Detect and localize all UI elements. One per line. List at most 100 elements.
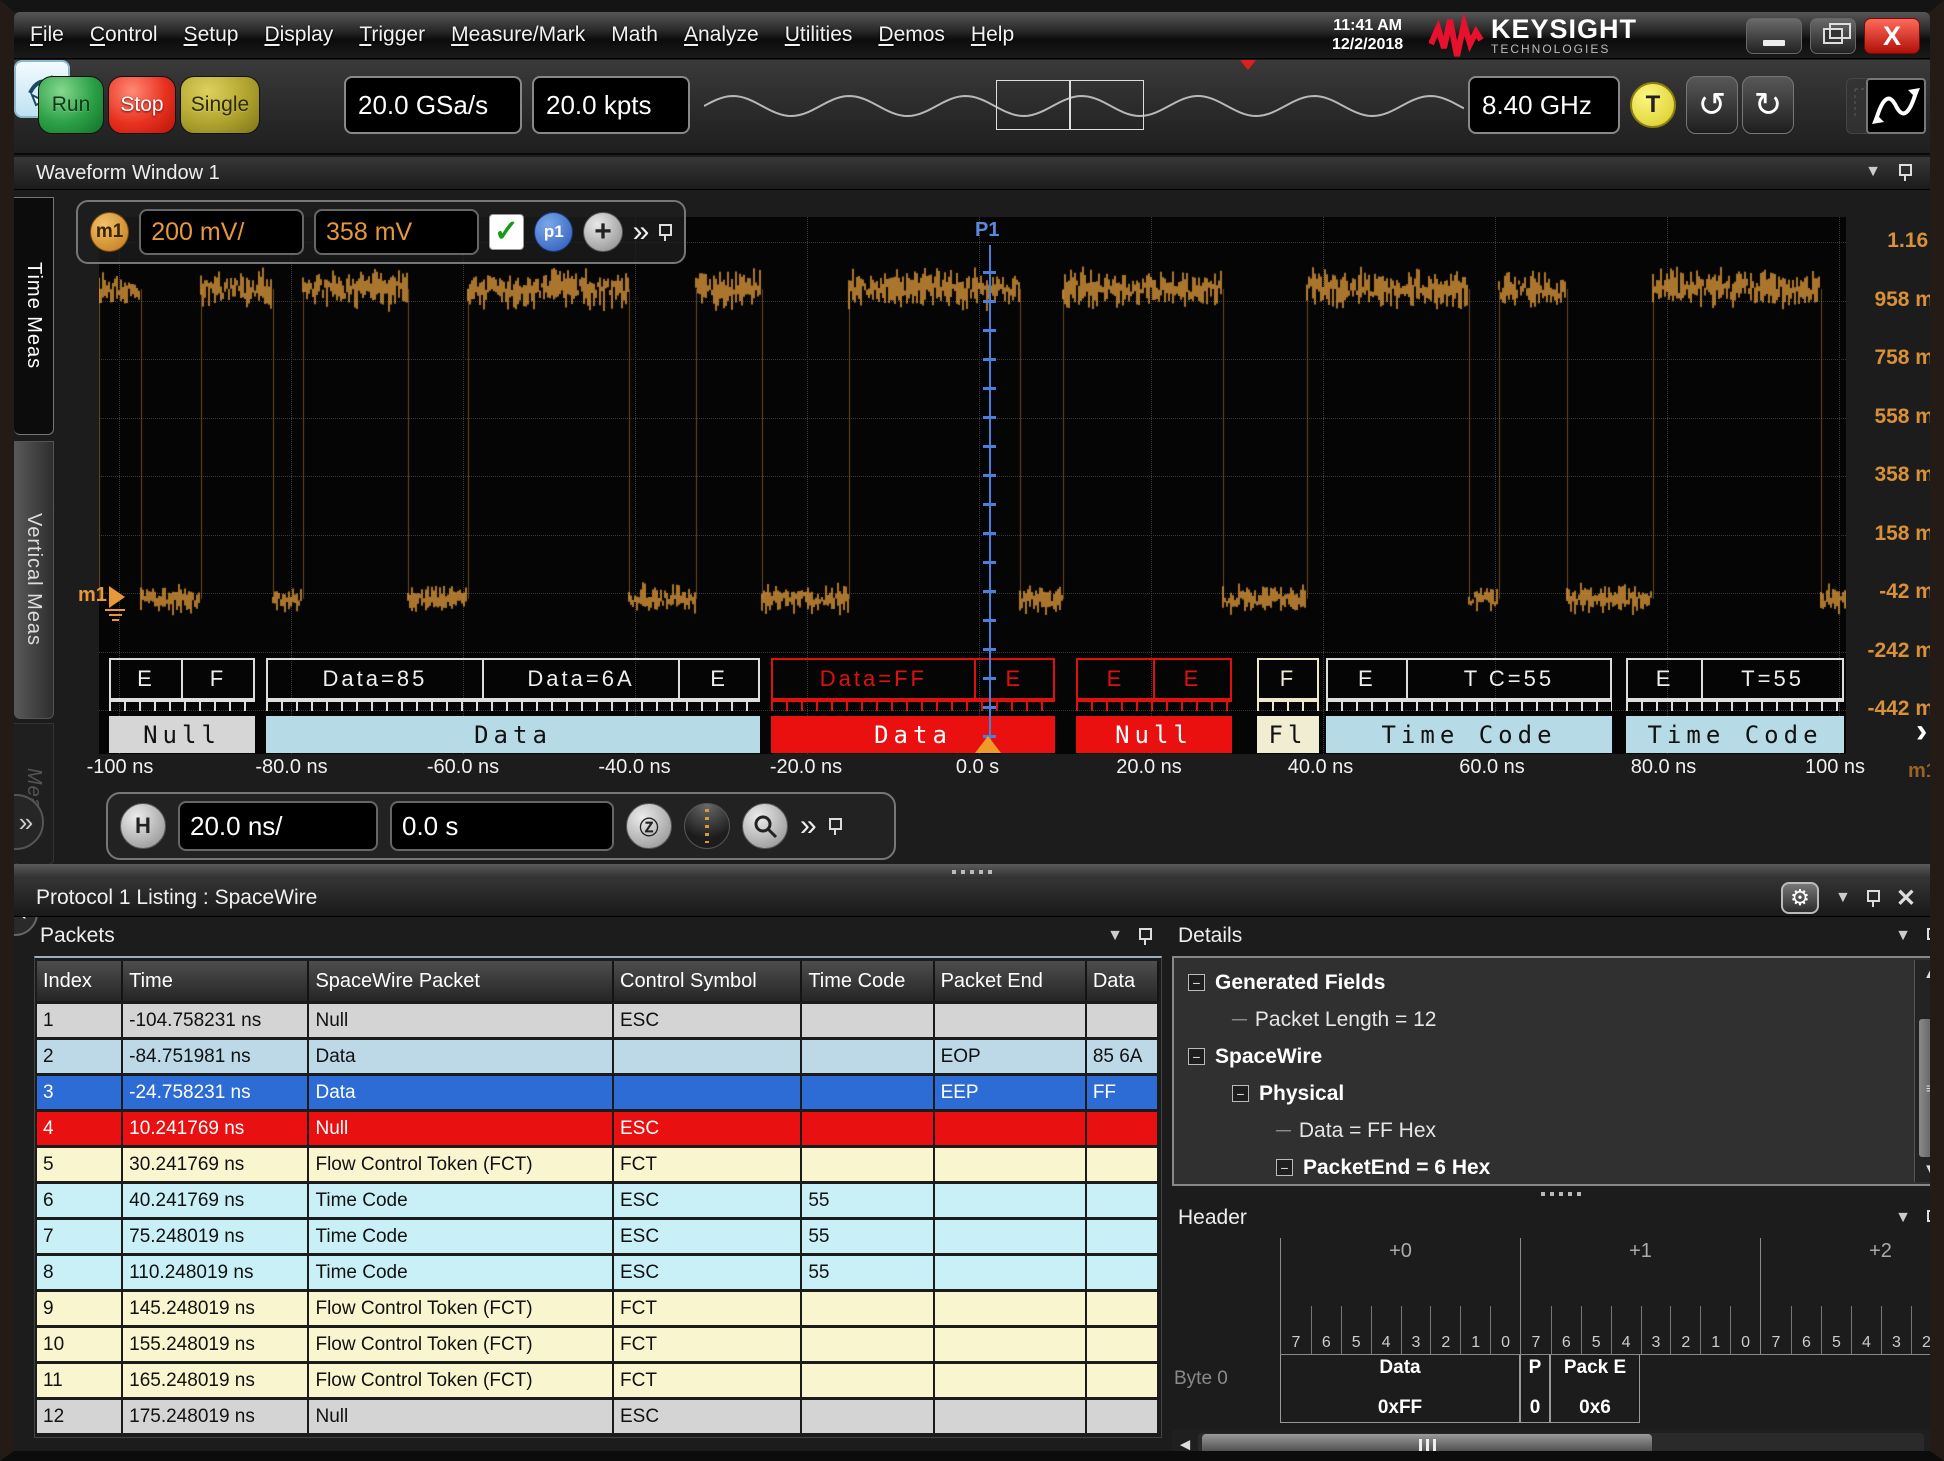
menu-item-trigger[interactable]: Trigger bbox=[359, 23, 425, 47]
header-pin-icon[interactable] bbox=[1927, 1210, 1940, 1227]
decode-segment-time-code-5[interactable]: ET C=55Time Code bbox=[1326, 658, 1612, 754]
timebase-scale-field[interactable]: 20.0 ns/ bbox=[178, 801, 378, 851]
tree-item-data-ff-hex[interactable]: ─Data = FF Hex bbox=[1182, 1112, 1944, 1149]
packets-pin-icon[interactable] bbox=[1139, 928, 1152, 945]
close-button[interactable]: X bbox=[1864, 18, 1920, 54]
menu-item-measure-mark[interactable]: Measure/Mark bbox=[451, 23, 585, 47]
hscroll-left-icon[interactable]: ◄ bbox=[1172, 1435, 1198, 1455]
hscroll-right-icon[interactable]: ► bbox=[1924, 1435, 1944, 1455]
scroll-right-arrow[interactable]: › bbox=[1916, 712, 1927, 751]
vertical-offset-field[interactable]: 358 mV bbox=[314, 209, 479, 255]
column-header-data[interactable]: Data bbox=[1087, 961, 1159, 1001]
single-button[interactable]: Single bbox=[180, 76, 260, 134]
field-data[interactable]: Data0xFF bbox=[1280, 1355, 1520, 1423]
timebase-overview[interactable] bbox=[704, 78, 1464, 134]
packet-row-7[interactable]: 775.248019 nsTime CodeESC55 bbox=[37, 1220, 1159, 1253]
packet-row-4[interactable]: 410.241769 nsNullESC bbox=[37, 1112, 1159, 1145]
details-header-splitter[interactable] bbox=[1172, 1190, 1944, 1198]
menu-item-control[interactable]: Control bbox=[90, 23, 158, 47]
menu-item-utilities[interactable]: Utilities bbox=[785, 23, 853, 47]
tree-expander-icon[interactable]: − bbox=[1188, 1048, 1205, 1065]
sample-rate-field[interactable]: 20.0 GSa/s bbox=[344, 76, 522, 134]
menu-item-analyze[interactable]: Analyze bbox=[684, 23, 759, 47]
header-horizontal-scrollbar[interactable]: ◄ ► bbox=[1172, 1430, 1944, 1460]
packet-row-12[interactable]: 12175.248019 nsNullESC bbox=[37, 1400, 1159, 1433]
channel-controls-pin-icon[interactable] bbox=[659, 224, 672, 241]
tree-item-packetend-6-hex[interactable]: −PacketEnd = 6 Hex bbox=[1182, 1149, 1944, 1186]
panel-splitter[interactable] bbox=[14, 864, 1930, 879]
column-header-control-symbol[interactable]: Control Symbol bbox=[614, 961, 802, 1001]
column-header-spacewire-packet[interactable]: SpaceWire Packet bbox=[309, 961, 614, 1001]
zoom-z-button[interactable]: Ⓩ bbox=[626, 803, 672, 849]
add-marker-button[interactable]: + bbox=[583, 212, 622, 252]
waveform-tool-button[interactable] bbox=[1866, 78, 1926, 134]
menu-item-help[interactable]: Help bbox=[971, 23, 1014, 47]
hbar-pin-icon[interactable] bbox=[829, 818, 842, 835]
field-p[interactable]: P0 bbox=[1520, 1355, 1550, 1423]
details-scrollbar[interactable]: ▲ ≡ ▼ bbox=[1914, 960, 1944, 1182]
scroll-down-icon[interactable]: ▼ bbox=[1915, 1156, 1944, 1182]
trigger-badge[interactable]: T bbox=[1630, 82, 1676, 128]
menu-item-math[interactable]: Math bbox=[611, 23, 658, 47]
packet-row-10[interactable]: 10155.248019 nsFlow Control Token (FCT)F… bbox=[37, 1328, 1159, 1361]
menu-item-file[interactable]: File bbox=[30, 23, 64, 47]
hbar-more-chevron[interactable]: » bbox=[800, 809, 817, 843]
details-menu-caret[interactable]: ▼ bbox=[1895, 927, 1911, 945]
bandwidth-field[interactable]: 8.40 GHz bbox=[1468, 76, 1620, 134]
hscroll-thumb[interactable] bbox=[1202, 1434, 1652, 1456]
packet-row-9[interactable]: 9145.248019 nsFlow Control Token (FCT)FC… bbox=[37, 1292, 1159, 1325]
packet-row-6[interactable]: 640.241769 nsTime CodeESC55 bbox=[37, 1184, 1159, 1217]
field-pack-e[interactable]: Pack E0x6 bbox=[1550, 1355, 1640, 1423]
channel-ground-marker[interactable]: m1 bbox=[78, 584, 125, 608]
waveform-plot[interactable]: P1 EFNullData=85Data=6AEDataData=FFEData… bbox=[99, 217, 1846, 754]
header-menu-caret[interactable]: ▼ bbox=[1895, 1209, 1911, 1227]
tab-vertical-meas[interactable]: Vertical Meas bbox=[14, 441, 54, 719]
diagram-scroll-up-icon[interactable]: ▲ bbox=[1935, 1246, 1944, 1263]
magnify-button[interactable] bbox=[742, 803, 788, 849]
decode-segment-fl-4[interactable]: FFl bbox=[1257, 658, 1319, 754]
menu-item-setup[interactable]: Setup bbox=[184, 23, 239, 47]
decode-segment-time-code-6[interactable]: ET=55Time Code bbox=[1626, 658, 1844, 754]
horizontal-badge[interactable]: H bbox=[120, 803, 166, 849]
menu-item-display[interactable]: Display bbox=[264, 23, 333, 47]
display-checkbox[interactable]: ✓ bbox=[489, 214, 524, 250]
redo-button[interactable]: ↻ bbox=[1742, 76, 1794, 134]
decode-segment-null-0[interactable]: EFNull bbox=[109, 658, 255, 754]
marker-p1-badge[interactable]: p1 bbox=[534, 212, 573, 252]
packet-row-1[interactable]: 1-104.758231 nsNullESC bbox=[37, 1004, 1159, 1037]
tab-time-meas[interactable]: Time Meas bbox=[14, 197, 54, 435]
stop-button[interactable]: Stop bbox=[108, 76, 176, 134]
diagram-scroll-down-icon[interactable]: ▼ bbox=[1935, 1398, 1944, 1415]
column-header-index[interactable]: Index bbox=[37, 961, 123, 1001]
packets-table[interactable]: IndexTimeSpaceWire PacketControl SymbolT… bbox=[37, 958, 1159, 1436]
cursor-tracking-button[interactable] bbox=[684, 803, 730, 849]
vertical-scale-field[interactable]: 200 mV/ bbox=[139, 209, 304, 255]
protocol-close-icon[interactable]: ✕ bbox=[1896, 884, 1916, 913]
hscroll-track[interactable] bbox=[1198, 1433, 1924, 1457]
decode-segment-data-1[interactable]: Data=85Data=6AEData bbox=[266, 658, 760, 754]
packet-row-8[interactable]: 8110.248019 nsTime CodeESC55 bbox=[37, 1256, 1159, 1289]
decode-segment-null-3[interactable]: EENull bbox=[1076, 658, 1232, 754]
channel-m1-badge[interactable]: m1 bbox=[90, 212, 129, 252]
waveform-window-pin-icon[interactable] bbox=[1899, 164, 1912, 181]
waveform-window-menu-caret[interactable]: ▼ bbox=[1865, 163, 1881, 181]
tree-expander-icon[interactable]: − bbox=[1232, 1085, 1249, 1102]
timebase-window-right[interactable] bbox=[1070, 80, 1144, 130]
memory-depth-field[interactable]: 20.0 kpts bbox=[532, 76, 690, 134]
protocol-pin-icon[interactable] bbox=[1867, 890, 1880, 907]
column-header-time[interactable]: Time bbox=[123, 961, 309, 1001]
p1-cursor-line[interactable] bbox=[983, 245, 996, 751]
protocol-menu-caret[interactable]: ▼ bbox=[1835, 889, 1851, 907]
tree-expander-icon[interactable]: − bbox=[1188, 974, 1205, 991]
packet-row-2[interactable]: 2-84.751981 nsDataEOP85 6A bbox=[37, 1040, 1159, 1073]
decode-segment-data-2[interactable]: Data=FFEData bbox=[771, 658, 1055, 754]
details-scroll-thumb[interactable]: ≡ bbox=[1918, 1018, 1942, 1158]
column-header-time-code[interactable]: Time Code bbox=[802, 961, 934, 1001]
packet-row-11[interactable]: 11165.248019 nsFlow Control Token (FCT)F… bbox=[37, 1364, 1159, 1397]
restore-button[interactable] bbox=[1810, 18, 1856, 54]
protocol-settings-button[interactable]: ⚙ bbox=[1781, 882, 1819, 914]
undo-button[interactable]: ↺ bbox=[1686, 76, 1738, 134]
scroll-up-icon[interactable]: ▲ bbox=[1915, 960, 1944, 986]
tree-item-generated-fields[interactable]: −Generated Fields bbox=[1182, 964, 1944, 1001]
more-controls-chevron[interactable]: » bbox=[633, 215, 650, 249]
